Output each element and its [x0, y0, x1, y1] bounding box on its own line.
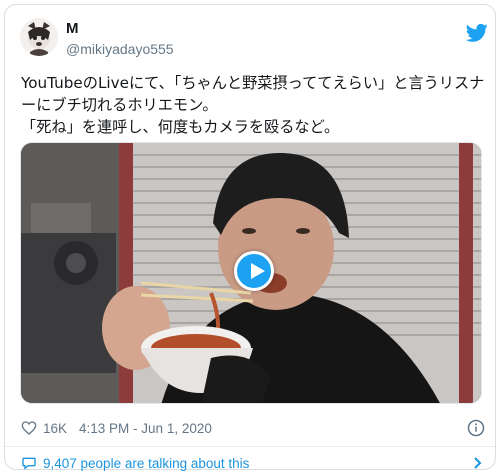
avatar[interactable]: [20, 18, 58, 56]
author-handle[interactable]: @mikiyadayo555: [66, 41, 174, 57]
embedded-tweet: M @mikiyadayo555 YouTubeのLiveにて、「ちゃんと野菜摂…: [4, 4, 496, 471]
video-thumbnail[interactable]: [20, 142, 482, 404]
conversation-link[interactable]: 9,407 people are talking about this: [21, 455, 249, 471]
tweet-timestamp[interactable]: 4:13 PM - Jun 1, 2020: [79, 421, 212, 436]
play-icon[interactable]: [234, 251, 274, 291]
chevron-right-icon[interactable]: [471, 457, 483, 469]
info-icon[interactable]: [467, 419, 485, 437]
author-display-name[interactable]: M: [66, 20, 79, 37]
heart-icon[interactable]: [21, 420, 37, 436]
tweet-meta: 16K 4:13 PM - Jun 1, 2020: [21, 418, 212, 438]
twitter-bird-icon[interactable]: [466, 23, 488, 43]
conversation-text[interactable]: 9,407 people are talking about this: [43, 456, 249, 471]
divider: [5, 446, 495, 447]
comment-bubble-icon: [22, 457, 36, 470]
like-count[interactable]: 16K: [43, 421, 67, 436]
tweet-text: YouTubeのLiveにて、「ちゃんと野菜摂っててえらい」と言うリスナーにブチ…: [21, 74, 485, 136]
